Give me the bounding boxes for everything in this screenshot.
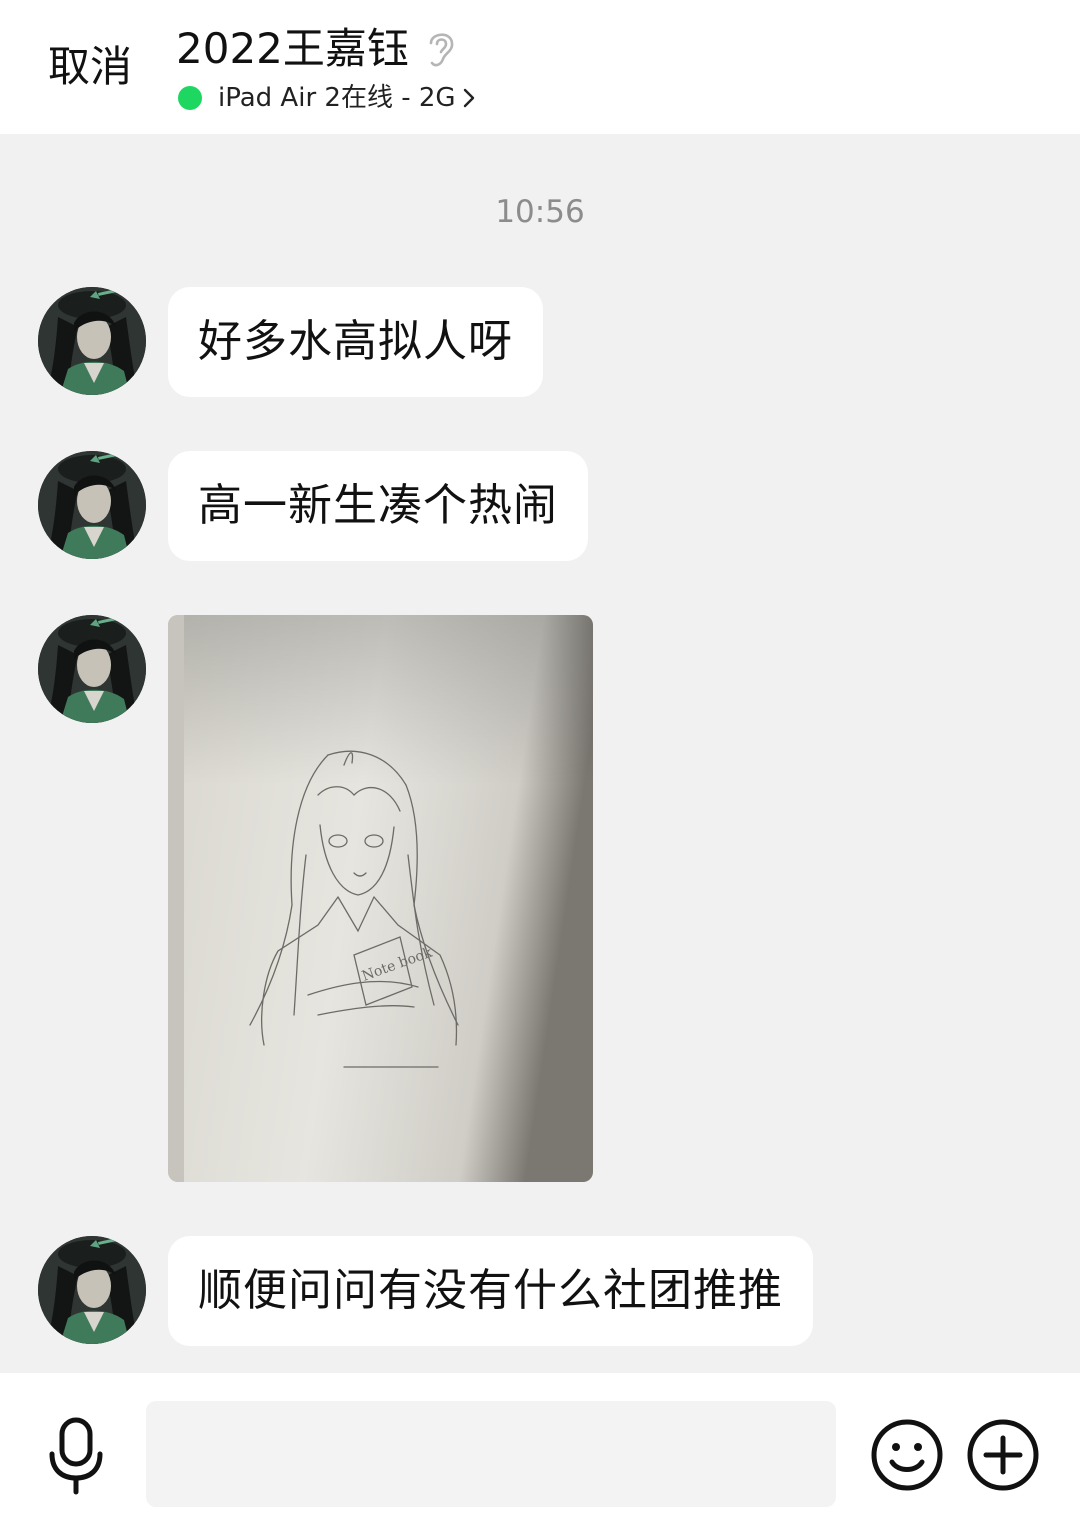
ear-icon[interactable] bbox=[423, 27, 459, 71]
device-status-text: iPad Air 2在线 - 2G bbox=[218, 83, 456, 113]
message-timestamp: 10:56 bbox=[495, 194, 585, 230]
chevron-right-icon bbox=[462, 87, 476, 109]
cancel-button[interactable]: 取消 bbox=[48, 40, 132, 94]
microphone-icon[interactable] bbox=[44, 1416, 108, 1496]
avatar[interactable] bbox=[38, 1236, 146, 1344]
title-row: 2022王嘉钰 bbox=[176, 22, 476, 76]
chat-header: 取消 2022王嘉钰 iPad Air 2在线 - 2G bbox=[0, 0, 1080, 134]
smiley-icon[interactable] bbox=[870, 1418, 944, 1492]
message-bubble[interactable]: 高一新生凑个热闹 bbox=[168, 451, 588, 561]
message-bubble[interactable]: 顺便问问有没有什么社团推推 bbox=[168, 1236, 813, 1346]
plus-circle-icon[interactable] bbox=[966, 1418, 1040, 1492]
message-input[interactable] bbox=[146, 1401, 836, 1507]
avatar[interactable] bbox=[38, 615, 146, 723]
image-message[interactable]: Note book bbox=[168, 615, 593, 1182]
avatar[interactable] bbox=[38, 451, 146, 559]
online-indicator bbox=[178, 86, 202, 110]
message-bubble[interactable]: 好多水高拟人呀 bbox=[168, 287, 543, 397]
avatar[interactable] bbox=[38, 287, 146, 395]
chat-title: 2022王嘉钰 bbox=[176, 24, 409, 73]
device-status[interactable]: iPad Air 2在线 - 2G bbox=[176, 82, 476, 114]
chat-title-block: 2022王嘉钰 iPad Air 2在线 - 2G bbox=[176, 22, 476, 114]
